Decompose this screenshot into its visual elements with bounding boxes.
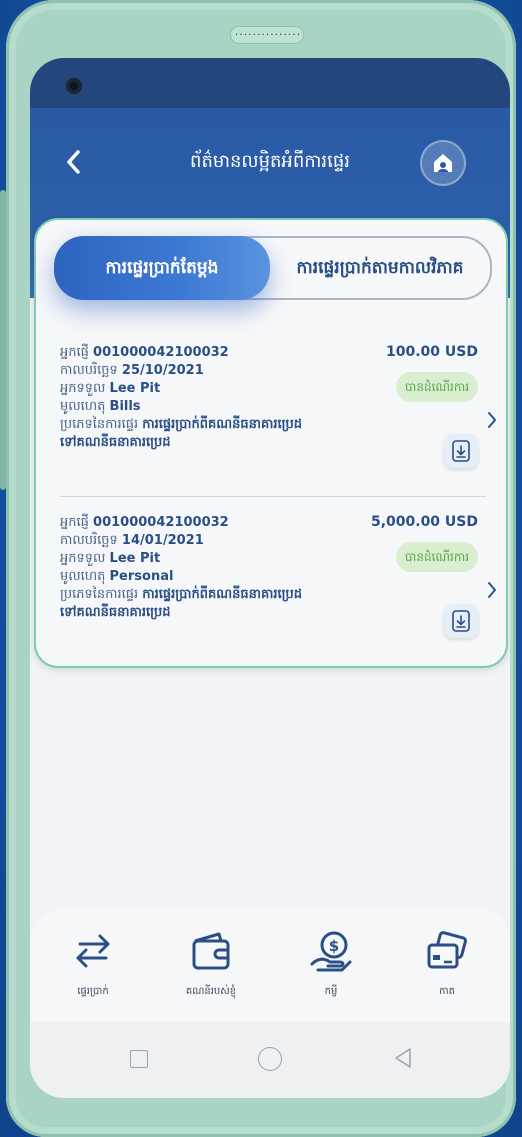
- transfer-details-card: ការផ្ទេរប្រាក់តែម្តង ការផ្ទេរប្រាក់តាមកា…: [34, 218, 508, 668]
- transfer-type-cont: ទៅគណនីធនាគារប្រេដ: [60, 435, 171, 450]
- bottom-navigation: ផ្ទេរប្រាក់ គណនីរបស់ខ្ញុំ $ កម្ចី កាត: [30, 910, 510, 1022]
- date-label: កាលបរិច្ឆេទ: [60, 533, 118, 548]
- nav-transfer[interactable]: ផ្ទេរប្រាក់: [38, 928, 148, 999]
- type-label: ប្រភេទនៃការផ្ទេរ: [60, 417, 139, 432]
- tab-one-time-transfer[interactable]: ការផ្ទេរប្រាក់តែម្តង: [54, 236, 270, 300]
- sender-account: 001000042100032: [93, 345, 229, 360]
- transfer-type-cont: ទៅគណនីធនាគារប្រេដ: [60, 605, 171, 620]
- nav-cards[interactable]: កាត: [392, 928, 502, 999]
- transfer-amount: 5,000.00 USD: [370, 514, 478, 530]
- sender-account: 001000042100032: [93, 515, 229, 530]
- download-document-icon: [452, 610, 470, 632]
- sender-label: អ្នកផ្ញើ: [60, 345, 89, 360]
- speaker-grille: ...............: [230, 26, 304, 44]
- nav-label: កាត: [439, 986, 455, 997]
- reason-label: មូលហេតុ: [60, 569, 106, 584]
- nav-my-account[interactable]: គណនីរបស់ខ្ញុំ: [156, 928, 266, 999]
- date-label: កាលបរិច្ឆេទ: [60, 363, 118, 378]
- home-circle-icon[interactable]: [258, 1047, 282, 1071]
- recent-apps-icon[interactable]: [130, 1050, 148, 1068]
- transfer-type: ការផ្ទេរប្រាក់ពីគណនីធនាគារប្រេដ: [142, 417, 303, 432]
- wallet-icon: [192, 932, 230, 970]
- nav-loan[interactable]: $ កម្ចី: [276, 928, 386, 999]
- screen: ព័ត៌មានលម្អិតអំពីការផ្ទេរ ការផ្ទេរប្រាក់…: [30, 58, 510, 1098]
- chevron-right-icon[interactable]: [486, 580, 502, 604]
- download-document-icon: [452, 440, 470, 462]
- type-label: ប្រភេទនៃការផ្ទេរ: [60, 587, 139, 602]
- nav-label: គណនីរបស់ខ្ញុំ: [185, 986, 237, 997]
- back-arrow-icon[interactable]: [64, 148, 84, 176]
- chevron-right-icon[interactable]: [486, 410, 502, 434]
- status-bar: [30, 58, 510, 108]
- nav-label: កម្ចី: [324, 986, 338, 997]
- transfer-amount: 100.00 USD: [386, 344, 478, 360]
- reason-label: មូលហេតុ: [60, 399, 106, 414]
- receiver-name: Lee Pit: [109, 551, 161, 566]
- status-badge: បានដំណើរការ: [396, 372, 478, 402]
- transfer-date: 25/10/2021: [121, 363, 204, 378]
- transfer-reason: Personal: [109, 569, 174, 584]
- cards-icon: [427, 931, 467, 969]
- home-icon: [434, 154, 452, 172]
- system-navigation-bar: [30, 1022, 510, 1098]
- transfer-reason: Bills: [109, 399, 141, 414]
- status-badge: បានដំណើរការ: [396, 542, 478, 572]
- tab-scheduled-transfer[interactable]: ការផ្ទេរប្រាក់តាមកាលវិភាគ: [270, 238, 490, 298]
- receiver-label: អ្នកទទួល: [60, 551, 106, 566]
- download-receipt-button[interactable]: [444, 434, 478, 468]
- home-button[interactable]: [420, 140, 466, 186]
- divider: [60, 496, 486, 497]
- transfer-type: ការផ្ទេរប្រាក់ពីគណនីធនាគារប្រេដ: [142, 587, 303, 602]
- transfer-date: 14/01/2021: [121, 533, 204, 548]
- receiver-label: អ្នកទទួល: [60, 381, 106, 396]
- transfer-arrows-icon: [76, 934, 110, 968]
- receiver-name: Lee Pit: [109, 381, 161, 396]
- phone-frame: ............... ព័ត៌មានលម្អិតអំពីការផ្ទេ…: [6, 0, 516, 1137]
- phone-side-button: [0, 190, 6, 490]
- nav-label: ផ្ទេរប្រាក់: [77, 986, 109, 997]
- front-camera: [66, 78, 82, 94]
- sender-label: អ្នកផ្ញើ: [60, 515, 89, 530]
- transfer-tabs: ការផ្ទេរប្រាក់តែម្តង ការផ្ទេរប្រាក់តាមកា…: [54, 236, 492, 300]
- page-title: ព័ត៌មានលម្អិតអំពីការផ្ទេរ: [190, 151, 350, 172]
- svg-text:$: $: [329, 937, 339, 955]
- back-triangle-icon[interactable]: [392, 1046, 414, 1074]
- loan-coin-hand-icon: $: [310, 931, 352, 972]
- download-receipt-button[interactable]: [444, 604, 478, 638]
